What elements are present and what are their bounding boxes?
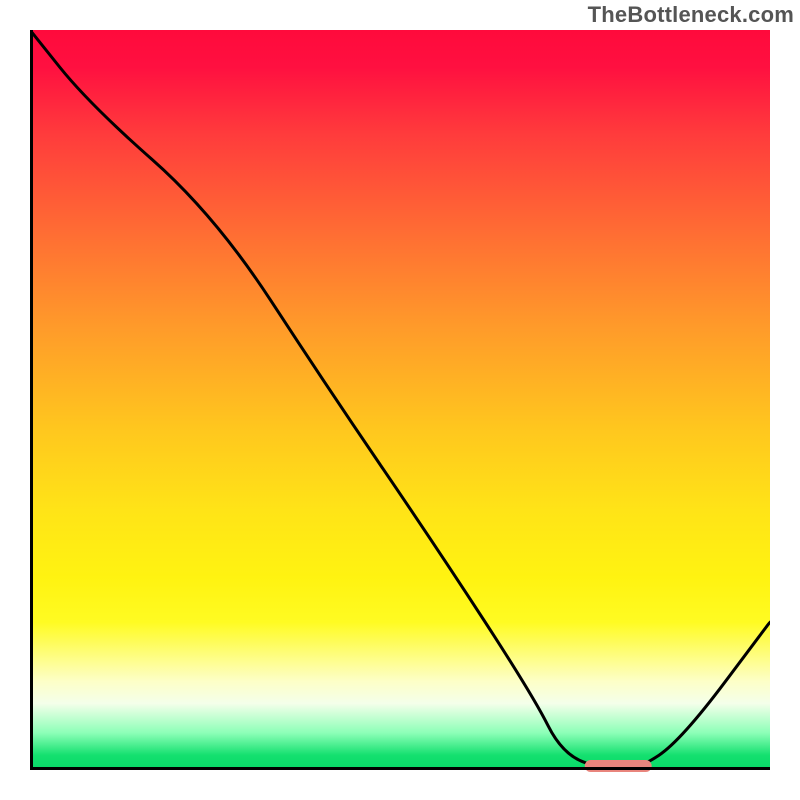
optimal-range-marker (585, 760, 652, 772)
plot-area (30, 30, 770, 770)
bottleneck-curve-path (30, 30, 770, 770)
watermark-text: TheBottleneck.com (588, 2, 794, 28)
chart-container: TheBottleneck.com (0, 0, 800, 800)
bottleneck-curve-svg (30, 30, 770, 770)
